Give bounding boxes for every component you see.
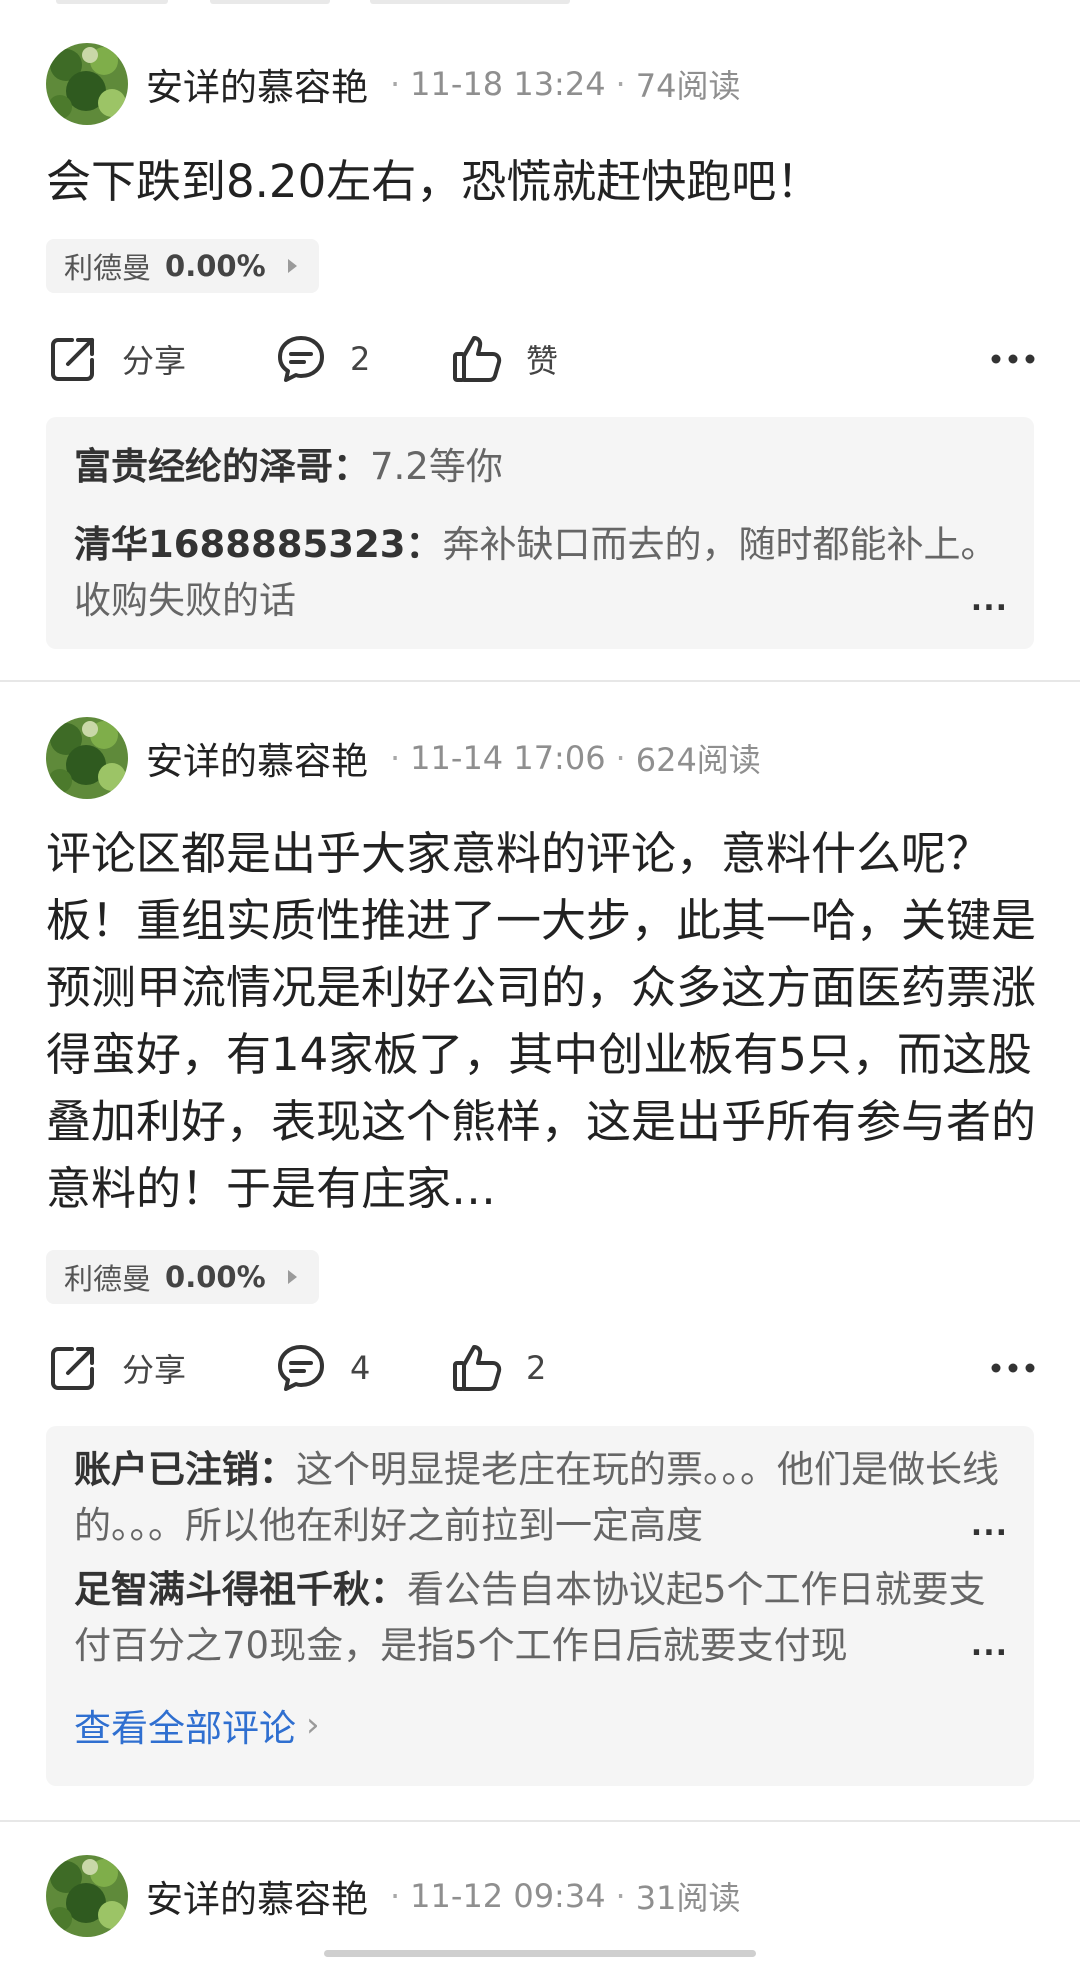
comment-count: 4 — [350, 1349, 371, 1387]
stock-name: 利德曼 — [64, 251, 152, 285]
comment-count: 2 — [350, 340, 371, 378]
comment-icon — [274, 332, 328, 386]
read-count: 74阅读 — [635, 67, 741, 105]
play-arrow-icon — [287, 259, 297, 273]
share-icon — [46, 332, 100, 386]
post-meta: · 11-14 17:06 · 624阅读 — [380, 735, 761, 781]
stock-name: 利德曼 — [64, 1262, 152, 1296]
separator-dot: · — [615, 739, 626, 777]
action-bar: 分享 4 2 — [46, 1336, 1036, 1400]
more-button[interactable] — [990, 1336, 1036, 1400]
comment-item[interactable]: 足智满斗得祖千秋：看公告自本协议起5个工作日就要支付百分之70现金，是指5个工作… — [74, 1562, 1004, 1674]
author-name[interactable]: 安详的慕容艳 — [146, 57, 368, 111]
share-icon — [46, 1341, 100, 1395]
commenter-name[interactable]: 富贵经纶的泽哥： — [74, 445, 370, 488]
comment-ellipsis: ... — [970, 1628, 1008, 1663]
post-card[interactable]: 安详的慕容艳 · 11-14 17:06 · 624阅读 评论区都是出乎大家意料… — [0, 682, 1080, 1818]
comment-item[interactable]: 清华1688885323：奔补缺口而去的，随时都能补上。收购失败的话 — [74, 517, 1004, 629]
share-button[interactable]: 分享 — [46, 327, 186, 391]
share-label: 分享 — [122, 1351, 187, 1389]
post-meta: · 11-12 09:34 · 31阅读 — [380, 1873, 740, 1919]
like-count: 2 — [526, 1349, 547, 1387]
comment-button[interactable]: 4 — [274, 1336, 370, 1400]
comment-ellipsis: ... — [970, 583, 1008, 618]
post-header: 安详的慕容艳 · 11-12 09:34 · 31阅读 — [46, 1854, 740, 1938]
comment-ellipsis: ... — [970, 1508, 1008, 1543]
post-card[interactable]: 安详的慕容艳 · 11-18 13:24 · 74阅读 会下跌到8.20左右，恐… — [0, 0, 1080, 680]
post-meta: · 11-18 13:24 · 74阅读 — [380, 61, 740, 107]
like-count: 赞 — [526, 342, 559, 380]
author-name[interactable]: 安详的慕容艳 — [146, 1869, 368, 1923]
stock-tag[interactable]: 利德曼 0.00% — [46, 1250, 319, 1304]
comment-icon — [274, 1341, 328, 1395]
like-button[interactable]: 赞 — [450, 327, 558, 391]
post-time: 11-12 09:34 — [410, 1877, 606, 1915]
avatar[interactable] — [46, 1855, 128, 1937]
post-card[interactable]: 安详的慕容艳 · 11-12 09:34 · 31阅读 — [0, 1822, 1080, 1962]
like-button[interactable]: 2 — [450, 1336, 546, 1400]
read-count: 31阅读 — [635, 1879, 741, 1917]
view-all-comments-link[interactable]: 查看全部评论 › — [74, 1698, 320, 1752]
play-arrow-icon — [287, 1270, 297, 1284]
thumbs-up-icon — [450, 1341, 504, 1395]
separator-dot: · — [390, 65, 401, 103]
commenter-name[interactable]: 足智满斗得祖千秋： — [74, 1568, 407, 1611]
action-bar: 分享 2 赞 — [46, 327, 1036, 391]
comment-text: 7.2等你 — [370, 445, 503, 488]
comment-preview[interactable]: 账户已注销：这个明显提老庄在玩的票。。。他们是做长线的。。。所以他在利好之前拉到… — [46, 1426, 1034, 1786]
post-time: 11-18 13:24 — [410, 65, 606, 103]
more-icon — [990, 1359, 1036, 1378]
comment-item[interactable]: 富贵经纶的泽哥：7.2等你 — [74, 439, 1004, 495]
home-indicator[interactable] — [324, 1950, 756, 1957]
commenter-name[interactable]: 清华1688885323： — [74, 523, 442, 566]
comment-button[interactable]: 2 — [274, 327, 370, 391]
chevron-right-icon: › — [306, 1705, 320, 1745]
commenter-name[interactable]: 账户已注销： — [74, 1448, 296, 1491]
stock-change: 0.00% — [165, 1260, 266, 1294]
share-button[interactable]: 分享 — [46, 1336, 186, 1400]
more-button[interactable] — [990, 327, 1036, 391]
author-name[interactable]: 安详的慕容艳 — [146, 731, 368, 785]
separator-dot: · — [390, 739, 401, 777]
view-all-label: 查看全部评论 — [74, 1707, 296, 1750]
separator-dot: · — [615, 65, 626, 103]
separator-dot: · — [390, 1877, 401, 1915]
post-header: 安详的慕容艳 · 11-18 13:24 · 74阅读 — [46, 42, 740, 126]
stock-change: 0.00% — [165, 249, 266, 283]
thumbs-up-icon — [450, 332, 504, 386]
separator-dot: · — [615, 1877, 626, 1915]
post-text[interactable]: 会下跌到8.20左右，恐慌就赶快跑吧！ — [46, 148, 1036, 215]
avatar[interactable] — [46, 43, 128, 125]
post-time: 11-14 17:06 — [410, 739, 606, 777]
comment-preview[interactable]: 富贵经纶的泽哥：7.2等你 清华1688885323：奔补缺口而去的，随时都能补… — [46, 417, 1034, 649]
stock-tag[interactable]: 利德曼 0.00% — [46, 239, 319, 293]
comment-item[interactable]: 账户已注销：这个明显提老庄在玩的票。。。他们是做长线的。。。所以他在利好之前拉到… — [74, 1442, 1004, 1554]
post-text[interactable]: 评论区都是出乎大家意料的评论，意料什么呢？板！重组实质性推进了一大步，此其一哈，… — [46, 820, 1036, 1222]
read-count: 624阅读 — [635, 741, 761, 779]
avatar[interactable] — [46, 717, 128, 799]
post-header: 安详的慕容艳 · 11-14 17:06 · 624阅读 — [46, 716, 761, 800]
share-label: 分享 — [122, 342, 187, 380]
more-icon — [990, 350, 1036, 369]
